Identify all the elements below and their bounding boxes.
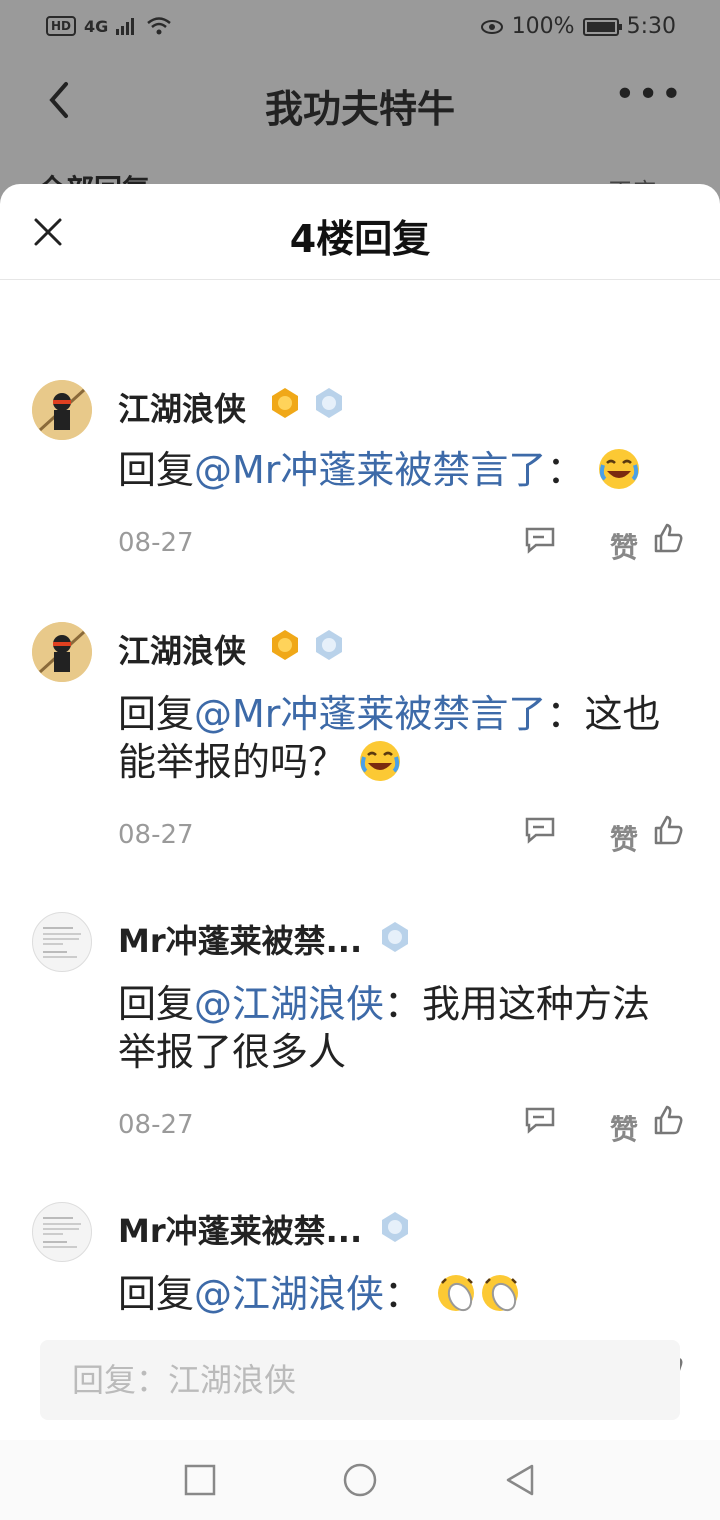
clock: 5:30 <box>626 14 676 39</box>
reply-text: 回复@江湖浪侠：我用这种方法举报了很多人 <box>118 980 678 1076</box>
system-nav-bar <box>0 1440 720 1520</box>
ninja-avatar-icon <box>32 622 92 682</box>
reply-colon: ： <box>546 448 585 492</box>
more-options-icon[interactable]: ••• <box>614 74 684 115</box>
network-indicator: 4G <box>84 16 109 36</box>
mention-link[interactable]: @江湖浪侠 <box>194 1272 384 1316</box>
username[interactable]: Mr冲蓬莱被禁... <box>118 1206 362 1252</box>
page-title: 我功夫特牛 <box>264 87 455 131</box>
gold-level-badge-icon <box>272 388 298 418</box>
avatar[interactable] <box>32 1202 92 1262</box>
avatar[interactable] <box>32 912 92 972</box>
status-bar: HD 4G 100% 5:30 <box>0 0 720 58</box>
like-label[interactable]: 赞 <box>610 526 638 566</box>
reply-text: 回复@江湖浪侠： <box>118 1270 678 1318</box>
reply-date: 08-27 <box>118 528 194 558</box>
slipper-emoji-icon <box>482 1275 519 1312</box>
background-nav: 我功夫特牛 ••• <box>0 58 720 148</box>
blue-member-badge-icon <box>316 630 342 660</box>
username[interactable]: 江湖浪侠 <box>118 626 246 672</box>
system-back-icon[interactable] <box>502 1462 538 1498</box>
mention-link[interactable]: @江湖浪侠 <box>194 982 384 1026</box>
thumbs-up-icon[interactable] <box>652 522 684 554</box>
reply-input[interactable] <box>40 1340 680 1420</box>
reply-date: 08-27 <box>118 820 194 850</box>
battery-icon <box>582 17 622 36</box>
blue-member-badge-icon <box>382 1212 408 1242</box>
recent-apps-icon[interactable] <box>182 1462 218 1498</box>
gold-level-badge-icon <box>272 630 298 660</box>
comment-icon[interactable] <box>524 526 556 554</box>
username[interactable]: Mr冲蓬莱被禁... <box>118 916 362 962</box>
ninja-avatar-icon <box>32 380 92 440</box>
thumbs-up-icon[interactable] <box>652 1104 684 1136</box>
reply-colon: ： <box>384 982 423 1026</box>
battery-percent: 100% <box>511 14 575 39</box>
hd-indicator: HD <box>46 16 77 36</box>
avatar[interactable] <box>32 380 92 440</box>
reply-text: 回复@Mr冲蓬莱被禁言了：这也能举报的吗？ <box>118 690 678 786</box>
home-icon[interactable] <box>342 1462 378 1498</box>
reply-colon: ： <box>384 1272 423 1316</box>
comment-icon[interactable] <box>524 816 556 844</box>
avatar[interactable] <box>32 622 92 682</box>
like-label[interactable]: 赞 <box>610 818 638 858</box>
reply-prefix: 回复 <box>118 448 195 492</box>
reply-text: 回复@Mr冲蓬莱被禁言了： <box>118 446 678 494</box>
crying-laugh-emoji-icon <box>598 449 639 489</box>
blue-member-badge-icon <box>382 922 408 952</box>
thumbs-up-icon[interactable] <box>652 814 684 846</box>
mention-link[interactable]: @Mr冲蓬莱被禁言了 <box>194 692 546 736</box>
reply-prefix: 回复 <box>118 982 195 1026</box>
blue-member-badge-icon <box>316 388 342 418</box>
reply-sheet: 4楼回复 江湖浪侠 回复@Mr冲蓬莱被禁言了： 08-27 赞 江湖浪侠 回复@… <box>0 184 720 1520</box>
mention-link[interactable]: @Mr冲蓬莱被禁言了 <box>194 448 546 492</box>
wifi-icon <box>147 17 172 35</box>
crying-laugh-emoji-icon <box>360 741 401 781</box>
comment-icon[interactable] <box>524 1106 556 1134</box>
reply-prefix: 回复 <box>118 692 195 736</box>
signal-icon <box>116 18 135 35</box>
screenshot-avatar-icon <box>43 927 81 958</box>
reply-colon: ： <box>546 692 585 736</box>
eye-icon <box>480 19 503 34</box>
screenshot-avatar-icon <box>43 1217 81 1248</box>
username[interactable]: 江湖浪侠 <box>118 384 246 430</box>
sheet-header: 4楼回复 <box>0 184 720 280</box>
like-label[interactable]: 赞 <box>610 1108 638 1148</box>
reply-date: 08-27 <box>118 1110 194 1140</box>
sheet-title: 4楼回复 <box>289 217 431 261</box>
reply-prefix: 回复 <box>118 1272 195 1316</box>
slipper-emoji-icon <box>438 1275 475 1312</box>
